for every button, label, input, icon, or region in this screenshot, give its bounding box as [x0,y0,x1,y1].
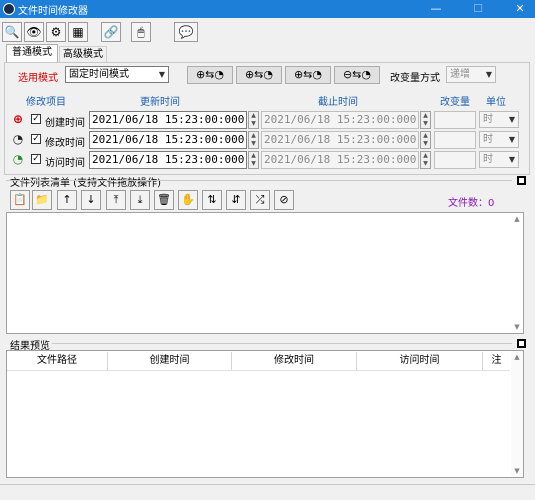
copy-icon[interactable]: 📋 [10,190,30,210]
access-time-checkbox[interactable]: ✓ [31,154,41,164]
title-bar: 文件时间修改器 — ☐ ✕ [0,0,535,18]
create-time-checkbox[interactable]: ✓ [31,114,41,124]
column-header-note[interactable]: 注 [483,352,510,370]
scroll-up-icon[interactable]: ▲ [511,353,523,361]
scroll-up-icon[interactable]: ▲ [511,215,523,223]
modify-new-time-input[interactable]: 2021/06/18 15:23:00:000 [89,131,247,149]
create-unit-value: 时 [483,114,493,125]
access-end-time-input[interactable]: 2021/06/18 15:23:00:000 [261,151,419,169]
file-count: 文件数：0 [448,198,495,209]
modify-end-time-input[interactable]: 2021/06/18 15:23:00:000 [261,131,419,149]
preview-scrollbar[interactable]: ▲ ▼ [511,351,523,477]
scroll-down-icon[interactable]: ▼ [511,467,523,475]
select-region-icon[interactable]: ▦ [68,22,88,42]
modify-new-time-spinner[interactable]: ▲ ▼ [248,131,259,149]
maximize-button[interactable]: ☐ [464,0,492,18]
header-item: 修改项目 [26,97,66,108]
column-header-access-time[interactable]: 访问时间 [357,352,483,370]
chevron-down-icon: ▼ [158,70,165,79]
clear-icon[interactable]: ⊘ [274,190,294,210]
create-new-time-input[interactable]: 2021/06/18 15:23:00:000 [89,111,247,129]
file-list-title: 文件列表清单 (支持文件拖放操作) [10,178,161,189]
move-top-icon[interactable]: ⤒ [106,190,126,210]
access-new-time-input[interactable]: 2021/06/18 15:23:00:000 [89,151,247,169]
window-title: 文件时间修改器 [18,6,88,17]
create-end-time-spinner[interactable]: ▲ ▼ [420,111,431,129]
link-icon[interactable]: 🔗 [101,22,121,42]
magnifier-icon[interactable]: 🔍 [2,22,22,42]
create-new-time-spinner[interactable]: ▲ ▼ [248,111,259,129]
file-list-scrollbar[interactable]: ▲ ▼ [511,213,523,333]
chevron-down-icon: ▼ [485,70,492,79]
modify-change-input[interactable] [434,131,476,149]
access-time-label: 访问时间 [45,158,85,169]
header-change: 改变量 [440,97,470,108]
mode-select[interactable]: 固定时间模式 ▼ [65,66,169,83]
chevron-down-icon: ▼ [508,155,515,164]
change-method-value: 递增 [450,69,470,80]
chevron-down-icon: ▼ [508,115,515,124]
change-method-select[interactable]: 递增 ▼ [446,66,496,83]
create-change-input[interactable] [434,111,476,129]
move-bottom-icon[interactable]: ⤓ [130,190,150,210]
modify-unit-select[interactable]: 时 ▼ [479,131,519,148]
change-method-label: 改变量方式 [390,73,440,84]
sort-desc-icon[interactable]: ⇵ [226,190,246,210]
gear-icon[interactable]: ⚙ [46,22,66,42]
shuffle-icon[interactable]: ⤮ [250,190,270,210]
tab-normal-mode[interactable]: 普通模式 [6,44,58,63]
header-new-time: 更新时间 [140,97,180,108]
modify-time-icon: ◔ [12,132,24,146]
create-unit-select[interactable]: 时 ▼ [479,111,519,128]
hand-icon[interactable]: ✋ [178,190,198,210]
file-list-box[interactable]: ▲ ▼ [6,212,524,334]
access-unit-select[interactable]: 时 ▼ [479,151,519,168]
delete-icon[interactable]: 🗑 [154,190,174,210]
expand-preview-icon[interactable] [517,339,526,348]
create-time-icon: ⊕ [12,112,24,126]
folder-icon[interactable]: 📁 [32,190,52,210]
modify-time-checkbox[interactable]: ✓ [31,134,41,144]
expand-file-list-icon[interactable] [517,176,526,185]
modify-end-time-spinner[interactable]: ▲ ▼ [420,131,431,149]
create-time-label: 创建时间 [45,118,85,129]
eye-icon[interactable]: 👁 [24,22,44,42]
column-header-create-time[interactable]: 创建时间 [108,352,232,370]
access-change-input[interactable] [434,151,476,169]
access-time-icon: ◔ [12,152,24,166]
column-header-path[interactable]: 文件路径 [7,352,108,370]
chat-icon[interactable]: 💬 [174,22,198,42]
status-bar [0,484,535,500]
access-new-time-spinner[interactable]: ▲ ▼ [248,151,259,169]
mode-select-value: 固定时间模式 [69,69,129,80]
mode-label: 选用模式 [18,73,58,84]
mouse-icon[interactable]: 🖱 [131,22,151,42]
close-button[interactable]: ✕ [506,0,534,18]
access-unit-value: 时 [483,154,493,165]
access-end-time-spinner[interactable]: ▲ ▼ [420,151,431,169]
app-icon [3,3,15,15]
shift-button-2[interactable]: ⊕⇆◔ [236,66,282,84]
column-header-modify-time[interactable]: 修改时间 [232,352,357,370]
divider [6,180,512,181]
modify-time-label: 修改时间 [45,138,85,149]
shift-button-1[interactable]: ⊕⇆◔ [187,66,233,84]
divider [7,370,510,371]
header-unit: 单位 [486,97,506,108]
minimize-button[interactable]: — [422,0,450,18]
tab-advanced-mode[interactable]: 高级模式 [59,46,107,62]
modify-unit-value: 时 [483,134,493,145]
shift-button-4[interactable]: ⊖⇆◔ [334,66,380,84]
sort-asc-icon[interactable]: ⇅ [202,190,222,210]
create-end-time-input[interactable]: 2021/06/18 15:23:00:000 [261,111,419,129]
scroll-down-icon[interactable]: ▼ [511,323,523,331]
move-up-icon[interactable]: ↑ [57,190,77,210]
shift-button-3[interactable]: ⊕⇆◔ [285,66,331,84]
chevron-down-icon: ▼ [508,135,515,144]
header-end-time: 截止时间 [318,97,358,108]
move-down-icon[interactable]: ↓ [81,190,101,210]
divider [52,343,512,344]
